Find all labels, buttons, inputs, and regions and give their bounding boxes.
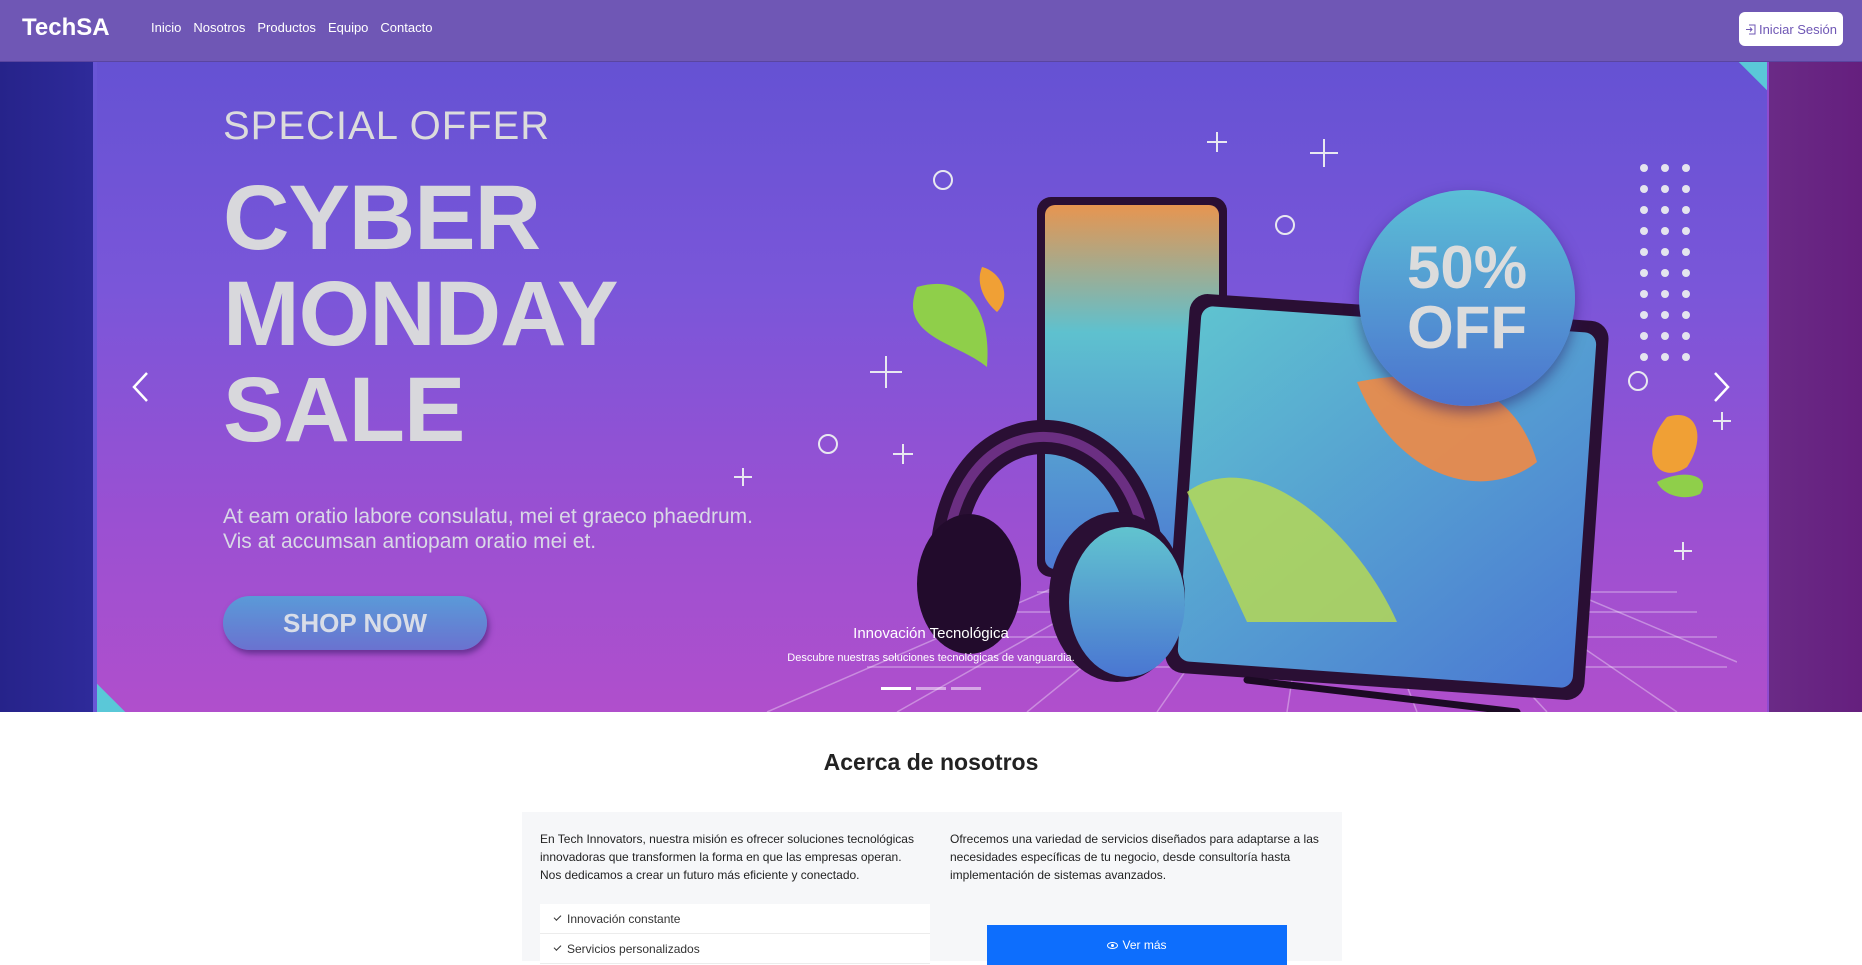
nav-link-inicio[interactable]: Inicio: [151, 20, 181, 35]
chevron-left-icon: [132, 372, 148, 402]
list-item-label: Innovación constante: [567, 911, 681, 926]
check-icon: [553, 913, 562, 921]
nav-link-contacto[interactable]: Contacto: [380, 20, 432, 35]
about-title: Acerca de nosotros: [823, 749, 1039, 775]
badge-percent: 50%: [1406, 234, 1528, 301]
features-list: Innovación constante Servicios personali…: [540, 904, 930, 964]
badge-off: OFF: [1407, 294, 1527, 361]
ver-mas-button[interactable]: Ver más: [987, 925, 1287, 965]
chevron-right-icon: [1714, 372, 1730, 402]
nav-links: Inicio Nosotros Productos Equipo Contact…: [151, 20, 432, 35]
nav-link-productos[interactable]: Productos: [257, 20, 316, 35]
carousel-prev-button[interactable]: [122, 367, 162, 407]
about-card: En Tech Innovators, nuestra misión es of…: [522, 812, 1342, 965]
list-item-label: Servicios personalizados: [567, 941, 700, 956]
discount-badge: 50% OFF: [1359, 190, 1575, 406]
list-item: Servicios personalizados: [540, 934, 930, 964]
carousel-indicator[interactable]: [881, 687, 911, 690]
about-paragraph-services: Ofrecemos una variedad de servicios dise…: [950, 832, 1319, 882]
carousel-next-button[interactable]: [1700, 367, 1740, 407]
carousel-indicator[interactable]: [916, 687, 946, 690]
eye-icon: [1107, 941, 1119, 949]
nav-link-nosotros[interactable]: Nosotros: [193, 20, 245, 35]
check-icon: [553, 943, 562, 951]
list-item: Innovación constante: [540, 904, 930, 934]
brand-logo[interactable]: TechSA: [22, 14, 110, 42]
carousel-indicator[interactable]: [951, 687, 981, 690]
carousel-indicators: [881, 687, 981, 690]
carousel-caption-text: Descubre nuestras soluciones tecnológica…: [787, 652, 1075, 664]
login-label: Iniciar Sesión: [1758, 21, 1838, 37]
carousel-caption-title: Innovación Tecnológica: [853, 625, 1009, 642]
dot-grid-decoration: [1640, 164, 1690, 361]
cyber-monday-banner: SPECIAL OFFER CYBER MONDAY SALE At eam o…: [97, 62, 1767, 712]
ver-mas-label: Ver más: [1122, 938, 1167, 952]
hero-carousel: SPECIAL OFFER CYBER MONDAY SALE At eam o…: [0, 62, 1862, 712]
navbar: TechSA Inicio Nosotros Productos Equipo …: [0, 0, 1862, 62]
about-paragraph-mission: En Tech Innovators, nuestra misión es of…: [540, 832, 914, 882]
nav-link-equipo[interactable]: Equipo: [328, 20, 368, 35]
login-button[interactable]: Iniciar Sesión: [1739, 12, 1843, 46]
box-arrow-in-right-icon: [1745, 24, 1756, 34]
